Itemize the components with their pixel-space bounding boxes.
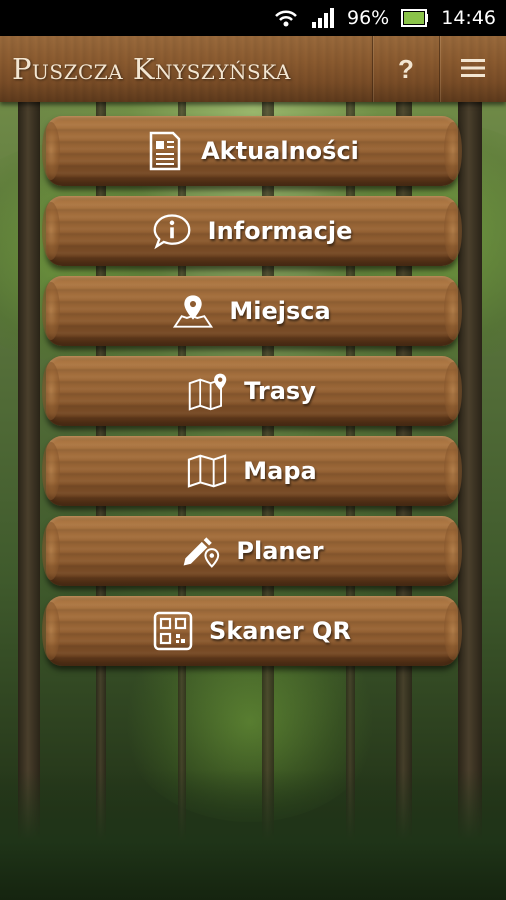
pencil-pin-icon (180, 531, 220, 571)
signal-icon (311, 8, 335, 28)
app-title: Puszcza Knyszyńska (12, 52, 291, 86)
menu-item-label: Skaner QR (209, 617, 351, 645)
status-bar: 96% 14:46 (0, 0, 506, 36)
menu-item-mapa[interactable]: Mapa (42, 436, 462, 506)
menu-button[interactable] (439, 36, 506, 102)
wifi-icon (273, 8, 299, 28)
folded-map-icon (187, 451, 227, 491)
app-bar: Puszcza Knyszyńska ? (0, 36, 506, 102)
map-pin-icon (173, 291, 214, 331)
menu-item-label: Aktualności (201, 137, 359, 165)
hamburger-menu-icon (460, 54, 486, 85)
qr-code-icon (153, 611, 193, 651)
menu-item-label: Informacje (207, 217, 353, 245)
route-map-icon (188, 371, 228, 411)
menu-item-trasy[interactable]: Trasy (42, 356, 462, 426)
help-button[interactable]: ? (372, 36, 439, 102)
menu-item-skaner-qr[interactable]: Skaner QR (42, 596, 462, 666)
menu-item-label: Planer (236, 537, 324, 565)
menu-item-miejsca[interactable]: Miejsca (42, 276, 462, 346)
menu-item-planer[interactable]: Planer (42, 516, 462, 586)
help-button-label: ? (398, 53, 414, 84)
menu-item-informacje[interactable]: Informacje (42, 196, 462, 266)
menu-item-label: Trasy (244, 377, 316, 405)
newspaper-icon (145, 131, 185, 171)
menu-item-aktualnosci[interactable]: Aktualności (42, 116, 462, 186)
menu-item-label: Miejsca (229, 297, 331, 325)
clock: 14:46 (441, 7, 496, 29)
battery-percent: 96% (347, 7, 390, 29)
info-bubble-icon (152, 211, 192, 251)
menu-item-label: Mapa (243, 457, 317, 485)
battery-icon (401, 9, 429, 27)
